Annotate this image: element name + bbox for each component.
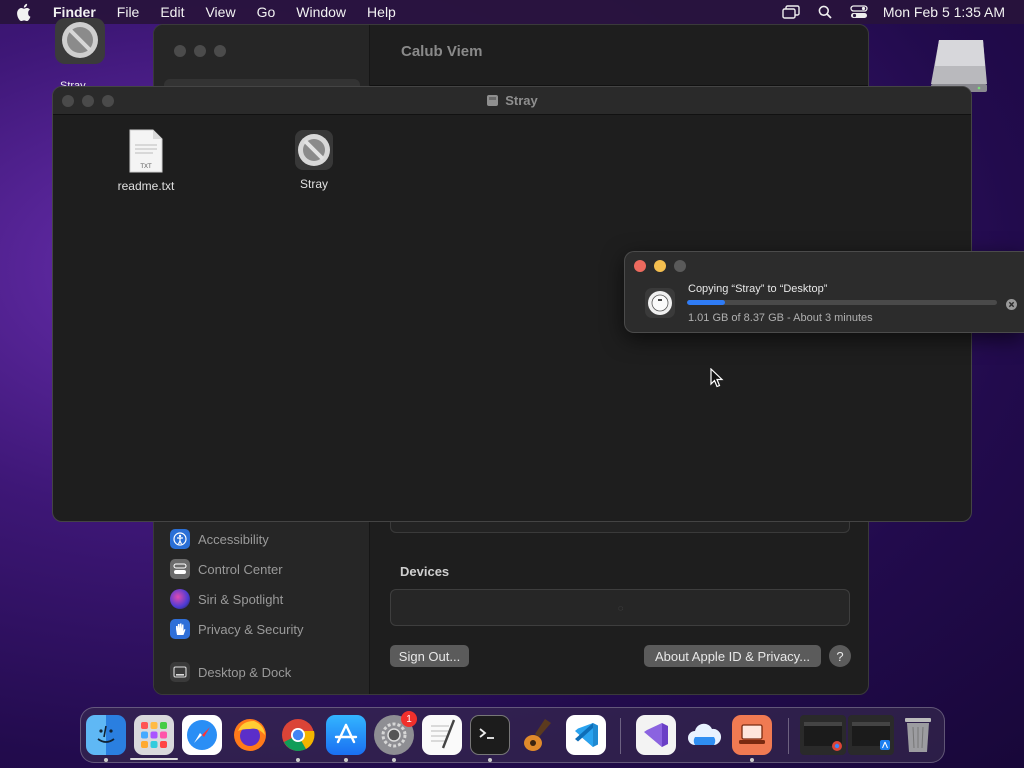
copy-heading: Copying “Stray” to “Desktop” xyxy=(688,283,828,295)
visual-studio-icon[interactable] xyxy=(636,715,676,755)
chrome-icon[interactable] xyxy=(278,715,318,755)
search-icon[interactable] xyxy=(815,4,835,20)
dock-hover-indicator xyxy=(130,758,178,760)
running-indicator xyxy=(104,758,108,762)
mouse-pointer-icon xyxy=(710,367,724,388)
finder-title: Stray xyxy=(53,93,971,110)
running-indicator xyxy=(488,758,492,762)
control-center-icon xyxy=(170,559,190,579)
dock: 1 xyxy=(80,707,945,763)
copy-status: 1.01 GB of 8.37 GB - About 3 minutes xyxy=(688,312,873,324)
stray-app-icon xyxy=(645,288,675,318)
launchpad-icon[interactable] xyxy=(134,715,174,755)
settings-zoom-button[interactable] xyxy=(214,45,226,57)
garageband-icon[interactable] xyxy=(518,715,558,755)
finder-title-text: Stray xyxy=(505,93,538,108)
sidebar-item-label: Privacy & Security xyxy=(198,621,304,637)
menu-view[interactable]: View xyxy=(205,4,235,20)
sidebar-item-label: Desktop & Dock xyxy=(198,664,292,680)
running-indicator xyxy=(344,758,348,762)
menu-window[interactable]: Window xyxy=(296,4,346,20)
running-indicator xyxy=(750,758,754,762)
finder-titlebar[interactable]: Stray xyxy=(53,87,971,115)
menu-bar: Finder File Edit View Go Window Help Mon… xyxy=(0,0,1024,24)
cancel-copy-icon[interactable] xyxy=(1006,297,1017,310)
settings-window-controls xyxy=(174,45,226,57)
file-readme[interactable]: TXT readme.txt xyxy=(96,129,196,193)
devices-list: ◌ xyxy=(390,589,850,626)
running-indicator xyxy=(392,758,396,762)
copy-minimize-button[interactable] xyxy=(654,260,666,272)
copy-close-button[interactable] xyxy=(634,260,646,272)
settings-pane-title: Calub Viem xyxy=(401,43,483,60)
menu-help[interactable]: Help xyxy=(367,4,396,20)
devices-heading: Devices xyxy=(400,564,450,579)
copy-zoom-button[interactable] xyxy=(674,260,686,272)
sidebar-item-control-center[interactable]: Control Center xyxy=(170,558,283,580)
copy-window-controls xyxy=(634,260,686,272)
menu-go[interactable]: Go xyxy=(257,4,276,20)
icloud-icon[interactable] xyxy=(684,715,724,755)
textedit-icon[interactable] xyxy=(422,715,462,755)
recent-window-2-icon[interactable] xyxy=(848,715,894,755)
notification-badge: 1 xyxy=(401,711,417,727)
app-disk-icon xyxy=(295,130,333,170)
menu-clock[interactable]: Mon Feb 5 1:35 AM xyxy=(883,4,1005,20)
app-store-icon[interactable] xyxy=(326,715,366,755)
help-button[interactable]: ? xyxy=(829,645,851,667)
txt-badge: TXT xyxy=(140,164,152,170)
copy-progress-bar xyxy=(687,300,997,305)
siri-icon xyxy=(170,589,190,609)
menu-file[interactable]: File xyxy=(117,4,140,20)
text-file-icon: TXT xyxy=(129,129,163,173)
sidebar-item-privacy-security[interactable]: Privacy & Security xyxy=(170,618,303,640)
sidebar-item-label: Siri & Spotlight xyxy=(198,591,284,607)
copy-progress-window: Copying “Stray” to “Desktop” 1.01 GB of … xyxy=(624,251,1024,333)
trash-icon[interactable] xyxy=(898,715,938,755)
sidebar-item-accessibility[interactable]: Accessibility xyxy=(170,528,269,550)
file-label: readme.txt xyxy=(117,179,175,193)
dock-separator xyxy=(620,718,621,754)
sidebar-item-desktop-dock[interactable]: Desktop & Dock xyxy=(170,661,291,683)
control-center-icon[interactable] xyxy=(849,4,869,20)
sidebar-item-label: Accessibility xyxy=(198,531,269,547)
settings-minimize-button[interactable] xyxy=(194,45,206,57)
menu-edit[interactable]: Edit xyxy=(160,4,184,20)
file-label: Stray xyxy=(299,177,328,191)
accessibility-icon xyxy=(170,529,190,549)
recent-window-icon[interactable] xyxy=(800,715,846,755)
terminal-icon[interactable] xyxy=(470,715,510,755)
apple-menu-icon[interactable] xyxy=(17,3,39,21)
screen-mirroring-icon[interactable] xyxy=(781,4,801,20)
finder-icon[interactable] xyxy=(86,715,126,755)
safari-icon[interactable] xyxy=(182,715,222,755)
copy-progress-fill xyxy=(687,300,725,305)
sidebar-item-siri-spotlight[interactable]: Siri & Spotlight xyxy=(170,588,283,610)
hand-icon xyxy=(170,619,190,639)
firefox-icon[interactable] xyxy=(230,715,270,755)
file-stray[interactable]: Stray xyxy=(264,129,364,191)
disk-image-icon xyxy=(486,94,499,110)
sign-out-button[interactable]: Sign Out... xyxy=(390,645,469,667)
dock-separator xyxy=(788,718,789,754)
about-apple-id-privacy-button[interactable]: About Apple ID & Privacy... xyxy=(644,645,821,667)
settings-field-remnant xyxy=(390,521,850,533)
dock-icon xyxy=(170,662,190,682)
loading-spinner-icon: ◌ xyxy=(618,603,624,613)
settings-close-button[interactable] xyxy=(174,45,186,57)
desktop-stray-icon[interactable] xyxy=(54,18,106,66)
vscode-icon[interactable] xyxy=(566,715,606,755)
running-indicator xyxy=(296,758,300,762)
sidebar-item-label: Control Center xyxy=(198,561,283,577)
remote-desktop-icon[interactable] xyxy=(732,715,772,755)
